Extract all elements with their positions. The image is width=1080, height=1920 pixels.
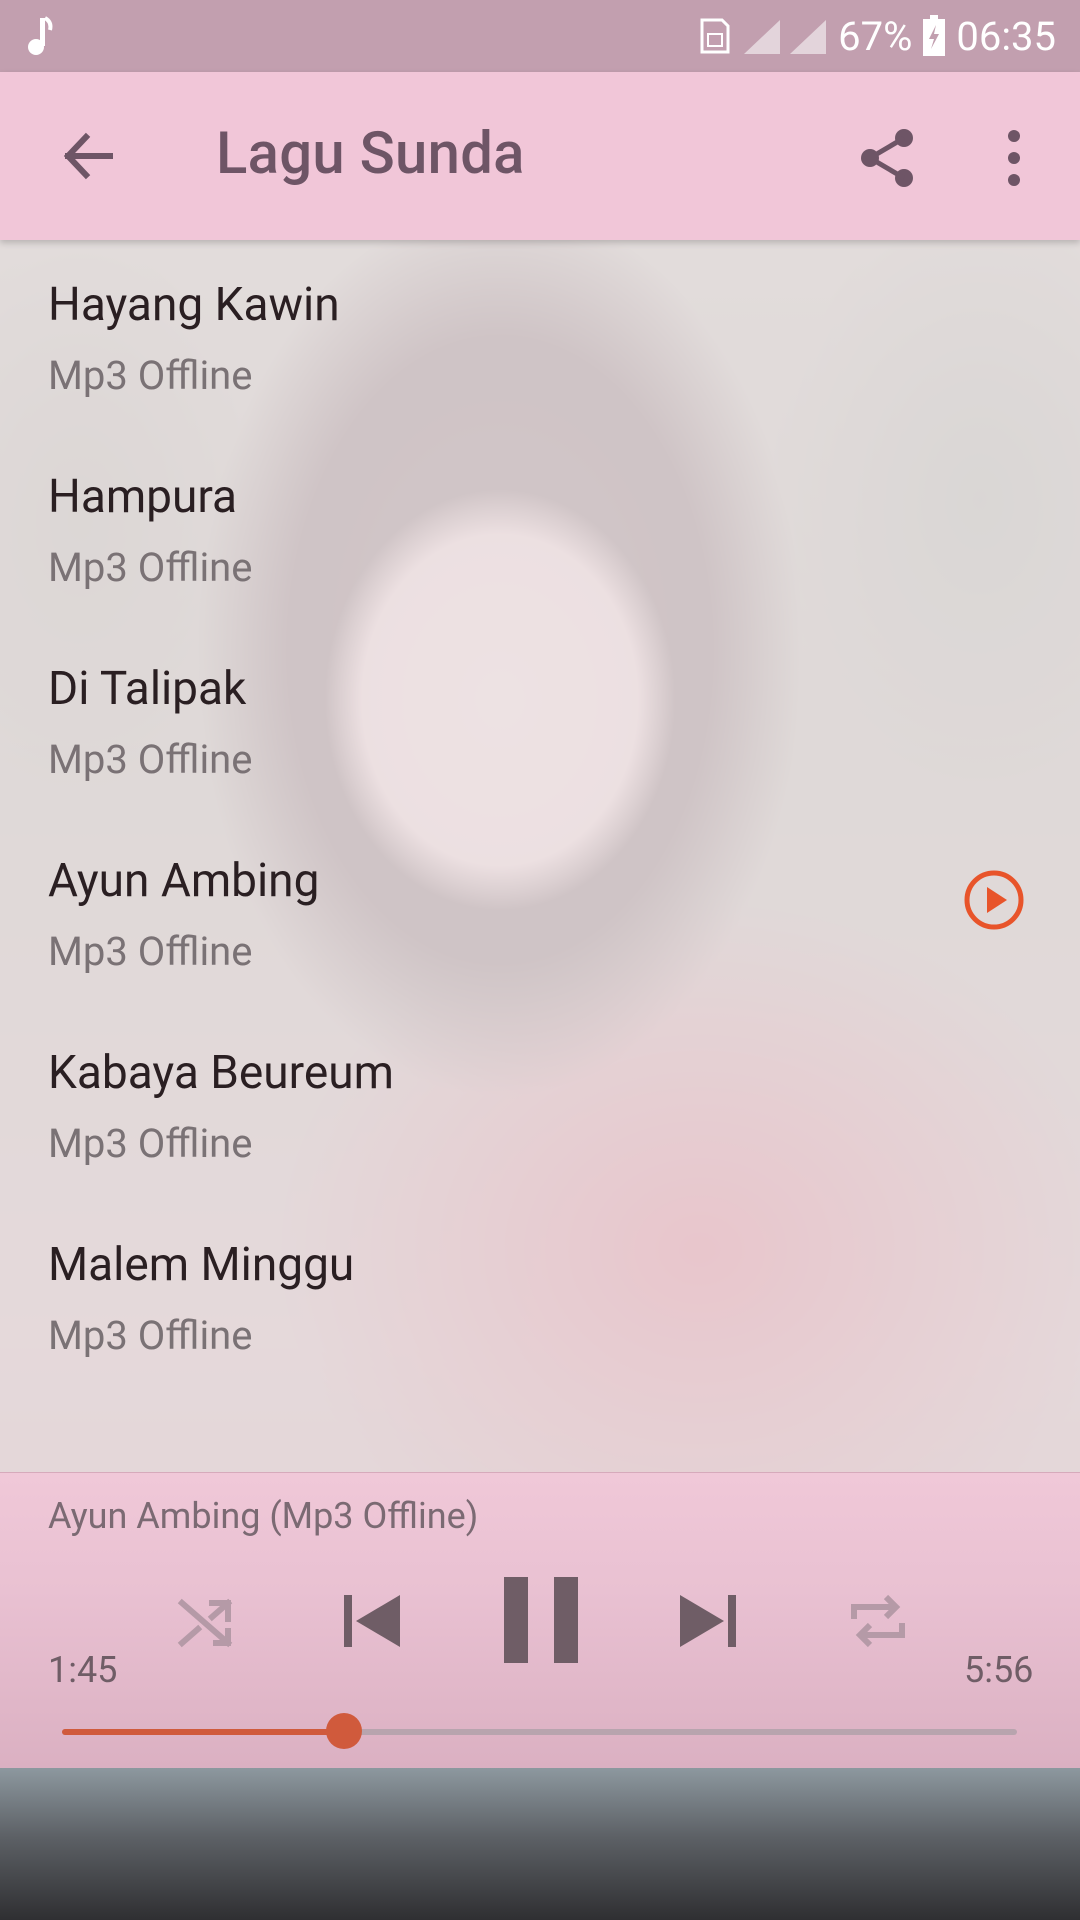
shuffle-icon[interactable] (176, 1593, 236, 1653)
song-subtitle: Mp3 Offline (48, 1120, 253, 1167)
list-item[interactable]: Hayang Kawin Mp3 Offline (0, 240, 1080, 432)
list-item[interactable]: Ayun Ambing Mp3 Offline (0, 816, 1080, 1008)
playing-indicator-icon[interactable] (962, 868, 1026, 932)
elapsed-time: 1:45 (48, 1649, 118, 1691)
more-vert-icon[interactable] (990, 126, 1038, 190)
song-subtitle: Mp3 Offline (48, 736, 253, 783)
seek-bar[interactable] (62, 1713, 1017, 1749)
sim-card-icon (700, 18, 730, 54)
player-panel: Ayun Ambing (Mp3 Offline) 1:45 5:56 (0, 1472, 1080, 1769)
song-list: Hayang Kawin Mp3 Offline Hampura Mp3 Off… (0, 240, 1080, 1472)
share-icon[interactable] (856, 126, 920, 190)
song-subtitle: Mp3 Offline (48, 352, 253, 399)
battery-percent: 67% (838, 12, 913, 60)
list-item[interactable]: Di Talipak Mp3 Offline (0, 624, 1080, 816)
signal-icon (742, 16, 828, 56)
list-item[interactable]: Kabaya Beureum Mp3 Offline (0, 1008, 1080, 1200)
battery-icon (923, 15, 946, 56)
page-title: Lagu Sunda (216, 120, 525, 188)
song-subtitle: Mp3 Offline (48, 544, 253, 591)
app-bar: Lagu Sunda (0, 72, 1080, 240)
background-photo-bottom (0, 1768, 1080, 1920)
status-right: 67% 06:35 (698, 13, 1056, 60)
skip-previous-icon[interactable] (340, 1589, 404, 1653)
song-title: Hampura (48, 470, 238, 524)
arrow-back-icon[interactable] (56, 124, 120, 188)
total-duration: 5:56 (964, 1649, 1034, 1691)
song-title: Hayang Kawin (48, 278, 340, 332)
music-note-icon (28, 16, 53, 55)
seek-bar-thumb[interactable] (325, 1713, 362, 1749)
song-title: Malem Minggu (48, 1238, 355, 1292)
seek-bar-fill (62, 1729, 344, 1735)
status-time: 06:35 (956, 12, 1056, 60)
repeat-icon[interactable] (846, 1589, 910, 1653)
song-subtitle: Mp3 Offline (48, 928, 253, 975)
list-item[interactable]: Hampura Mp3 Offline (0, 432, 1080, 624)
status-bar: 67% 06:35 (0, 0, 1080, 72)
song-subtitle: Mp3 Offline (48, 1312, 253, 1359)
status-left (24, 16, 54, 56)
song-title: Kabaya Beureum (48, 1046, 394, 1100)
now-playing-text: Ayun Ambing (Mp3 Offline) (48, 1495, 479, 1537)
song-title: Ayun Ambing (48, 854, 320, 908)
song-title: Di Talipak (48, 662, 247, 716)
pause-icon[interactable] (504, 1577, 578, 1663)
skip-next-icon[interactable] (676, 1589, 740, 1653)
list-item[interactable]: Malem Minggu Mp3 Offline (0, 1200, 1080, 1392)
